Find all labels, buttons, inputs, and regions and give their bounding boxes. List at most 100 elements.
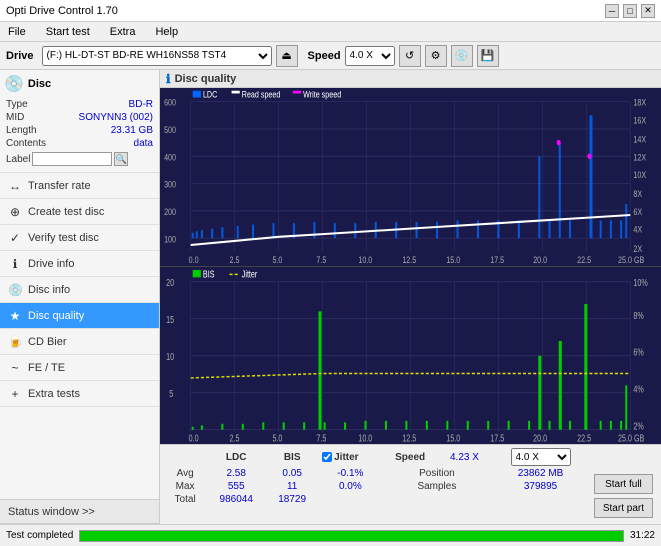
svg-text:15.0: 15.0 xyxy=(446,432,460,444)
maximize-button[interactable]: □ xyxy=(623,4,637,18)
svg-text:7.5: 7.5 xyxy=(316,432,326,444)
nav-drive-info[interactable]: ℹ Drive info xyxy=(0,251,159,277)
disc-type-val: BD-R xyxy=(129,99,153,110)
nav-fe-te-label: FE / TE xyxy=(28,362,65,374)
svg-text:10.0: 10.0 xyxy=(358,254,372,265)
eject-button[interactable]: ⏏ xyxy=(276,45,298,67)
svg-text:8X: 8X xyxy=(633,188,642,199)
charts-area: 600 500 400 300 200 100 18X 16X 14X 12X … xyxy=(160,88,661,444)
bottom-chart-svg: 20 15 10 5 10% 8% 6% 4% 2% 0.0 2.5 5.0 7… xyxy=(160,267,661,445)
disc-label-key: Label xyxy=(6,154,30,165)
svg-text:25.0 GB: 25.0 GB xyxy=(618,254,645,265)
svg-text:2.5: 2.5 xyxy=(230,254,240,265)
col-speed-label: Speed xyxy=(383,447,438,467)
status-text: Test completed xyxy=(6,530,73,541)
disc-label-button[interactable]: 🔍 xyxy=(114,152,128,166)
nav-disc-quality[interactable]: ★ Disc quality xyxy=(0,303,159,329)
total-label: Total xyxy=(164,493,206,506)
nav-cd-bier[interactable]: 🍺 CD Bier xyxy=(0,329,159,355)
speed-combo-cell: 4.0 X xyxy=(491,447,590,467)
speed-combo-select[interactable]: 4.0 X xyxy=(511,448,571,466)
nav-disc-quality-label: Disc quality xyxy=(28,310,84,322)
disc-contents-val: data xyxy=(134,138,153,149)
col-ldc xyxy=(164,447,206,467)
svg-text:15: 15 xyxy=(166,313,174,325)
avg-jitter: -0.1% xyxy=(318,467,382,480)
content-area: ℹ Disc quality xyxy=(160,70,661,524)
svg-text:Read speed: Read speed xyxy=(242,89,281,100)
svg-text:10X: 10X xyxy=(633,169,646,180)
max-label: Max xyxy=(164,480,206,493)
dq-header-icon: ℹ xyxy=(166,72,171,86)
svg-text:12.5: 12.5 xyxy=(402,254,416,265)
menu-help[interactable]: Help xyxy=(151,25,182,39)
app-title: Opti Drive Control 1.70 xyxy=(6,5,118,17)
avg-label: Avg xyxy=(164,467,206,480)
nav-extra-tests[interactable]: + Extra tests xyxy=(0,381,159,407)
speed-label: Speed xyxy=(308,50,341,62)
menu-extra[interactable]: Extra xyxy=(106,25,140,39)
start-full-button[interactable]: Start full xyxy=(594,474,653,494)
menu-file[interactable]: File xyxy=(4,25,30,39)
refresh-button[interactable]: ↺ xyxy=(399,45,421,67)
create-test-disc-icon: ⊕ xyxy=(8,205,22,219)
menu-start-test[interactable]: Start test xyxy=(42,25,94,39)
speed-select[interactable]: 4.0 X xyxy=(345,46,395,66)
svg-text:12.5: 12.5 xyxy=(402,432,416,444)
svg-text:10%: 10% xyxy=(633,276,647,288)
nav-create-test-disc[interactable]: ⊕ Create test disc xyxy=(0,199,159,225)
disc-icon: 💿 xyxy=(4,74,24,94)
svg-text:12X: 12X xyxy=(633,151,646,162)
nav-verify-test-disc[interactable]: ✓ Verify test disc xyxy=(0,225,159,251)
svg-text:2X: 2X xyxy=(633,243,642,254)
svg-text:22.5: 22.5 xyxy=(577,432,591,444)
statusbar: Test completed 31:22 xyxy=(0,524,661,546)
status-window-button[interactable]: Status window >> xyxy=(0,500,159,524)
svg-text:25.0 GB: 25.0 GB xyxy=(618,432,644,444)
nav-extra-tests-label: Extra tests xyxy=(28,388,80,400)
jitter-check-label: Jitter xyxy=(334,452,358,463)
nav-fe-te[interactable]: ~ FE / TE xyxy=(0,355,159,381)
settings-button[interactable]: ⚙ xyxy=(425,45,447,67)
max-jitter: 0.0% xyxy=(318,480,382,493)
transfer-rate-icon: ↔ xyxy=(8,179,22,193)
disc-label-input[interactable] xyxy=(32,152,112,166)
svg-text:20: 20 xyxy=(166,276,174,288)
disc-label-row: Label 🔍 xyxy=(4,150,155,168)
minimize-button[interactable]: ─ xyxy=(605,4,619,18)
fe-te-icon: ~ xyxy=(8,361,22,375)
time-display: 31:22 xyxy=(630,530,655,541)
avg-bis: 0.05 xyxy=(266,467,318,480)
drive-select[interactable]: (F:) HL-DT-ST BD-RE WH16NS58 TST4 xyxy=(42,46,272,66)
close-button[interactable]: ✕ xyxy=(641,4,655,18)
menubar: File Start test Extra Help xyxy=(0,22,661,42)
svg-text:8%: 8% xyxy=(633,309,643,321)
svg-text:2.5: 2.5 xyxy=(230,432,240,444)
nav-disc-info[interactable]: 💿 Disc info xyxy=(0,277,159,303)
nav-transfer-rate[interactable]: ↔ Transfer rate xyxy=(0,173,159,199)
svg-text:16X: 16X xyxy=(633,114,646,125)
status-window-label: Status window >> xyxy=(8,506,95,518)
svg-text:10.0: 10.0 xyxy=(358,432,372,444)
bottom-chart: 20 15 10 5 10% 8% 6% 4% 2% 0.0 2.5 5.0 7… xyxy=(160,267,661,445)
verify-test-disc-icon: ✓ xyxy=(8,231,22,245)
top-chart-svg: 600 500 400 300 200 100 18X 16X 14X 12X … xyxy=(160,88,661,266)
cd-bier-icon: 🍺 xyxy=(8,335,22,349)
save-button[interactable]: 💾 xyxy=(477,45,499,67)
svg-text:300: 300 xyxy=(164,179,176,190)
svg-text:17.5: 17.5 xyxy=(490,432,504,444)
svg-text:500: 500 xyxy=(164,124,176,135)
svg-text:200: 200 xyxy=(164,206,176,217)
disc-quality-icon: ★ xyxy=(8,309,22,323)
jitter-checkbox[interactable] xyxy=(322,452,332,462)
extra-tests-icon: + xyxy=(8,387,22,401)
top-chart: 600 500 400 300 200 100 18X 16X 14X 12X … xyxy=(160,88,661,267)
disc-button[interactable]: 💿 xyxy=(451,45,473,67)
svg-text:400: 400 xyxy=(164,151,176,162)
svg-text:600: 600 xyxy=(164,97,176,108)
disc-mid-key: MID xyxy=(6,112,24,123)
start-part-button[interactable]: Start part xyxy=(594,498,653,518)
nav-cd-bier-label: CD Bier xyxy=(28,336,67,348)
disc-info-icon: 💿 xyxy=(8,283,22,297)
speed-value-cell: 4.23 X xyxy=(438,447,492,467)
